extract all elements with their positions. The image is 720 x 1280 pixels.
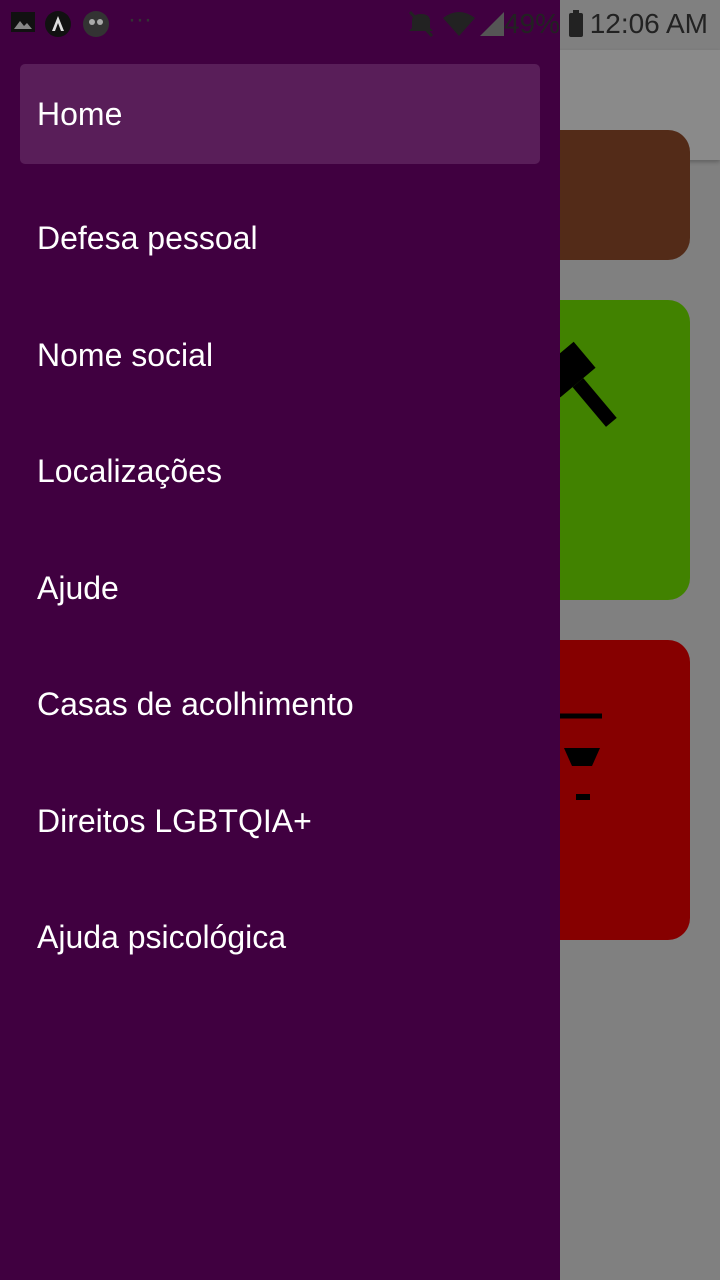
status-time: 12:06 AM bbox=[589, 8, 708, 39]
navigation-drawer: Home Defesa pessoal Nome social Localiza… bbox=[0, 0, 560, 1280]
mask-icon bbox=[82, 10, 110, 43]
nav-item-ajude[interactable]: Ajude bbox=[0, 530, 560, 647]
nav-item-label: Direitos LGBTQIA+ bbox=[37, 802, 312, 839]
nav-item-label: Ajude bbox=[37, 569, 119, 606]
image-icon bbox=[10, 10, 36, 39]
nav-item-nome-social[interactable]: Nome social bbox=[0, 297, 560, 414]
nav-item-casas-de-acolhimento[interactable]: Casas de acolhimento bbox=[0, 647, 560, 764]
nav-item-label: Nome social bbox=[37, 336, 214, 373]
battery-icon bbox=[568, 10, 584, 43]
wifi-icon bbox=[442, 10, 476, 43]
nav-item-label: Localizações bbox=[37, 453, 222, 490]
nav-item-localizacoes[interactable]: Localizações bbox=[0, 414, 560, 531]
status-bar: ··· 49% 12:06 AM bbox=[0, 0, 720, 50]
battery-percent: 49% bbox=[503, 8, 560, 39]
nav-item-label: Defesa pessoal bbox=[37, 220, 258, 257]
app-badge-icon bbox=[44, 10, 72, 43]
signal-icon bbox=[478, 10, 506, 43]
scales-icon bbox=[556, 708, 606, 813]
nav-item-ajuda-psicologica[interactable]: Ajuda psicológica bbox=[0, 880, 560, 997]
mute-icon bbox=[408, 10, 434, 43]
gavel-icon bbox=[538, 336, 620, 451]
nav-item-label: Home bbox=[37, 95, 123, 132]
nav-item-home[interactable]: Home bbox=[20, 64, 540, 164]
nav-item-label: Casas de acolhimento bbox=[37, 686, 354, 723]
nav-list: Home Defesa pessoal Nome social Localiza… bbox=[0, 64, 560, 996]
nav-item-direitos-lgbtqia[interactable]: Direitos LGBTQIA+ bbox=[0, 763, 560, 880]
nav-item-defesa-pessoal[interactable]: Defesa pessoal bbox=[0, 181, 560, 298]
more-dots-icon: ··· bbox=[128, 6, 152, 33]
nav-item-label: Ajuda psicológica bbox=[37, 919, 287, 956]
